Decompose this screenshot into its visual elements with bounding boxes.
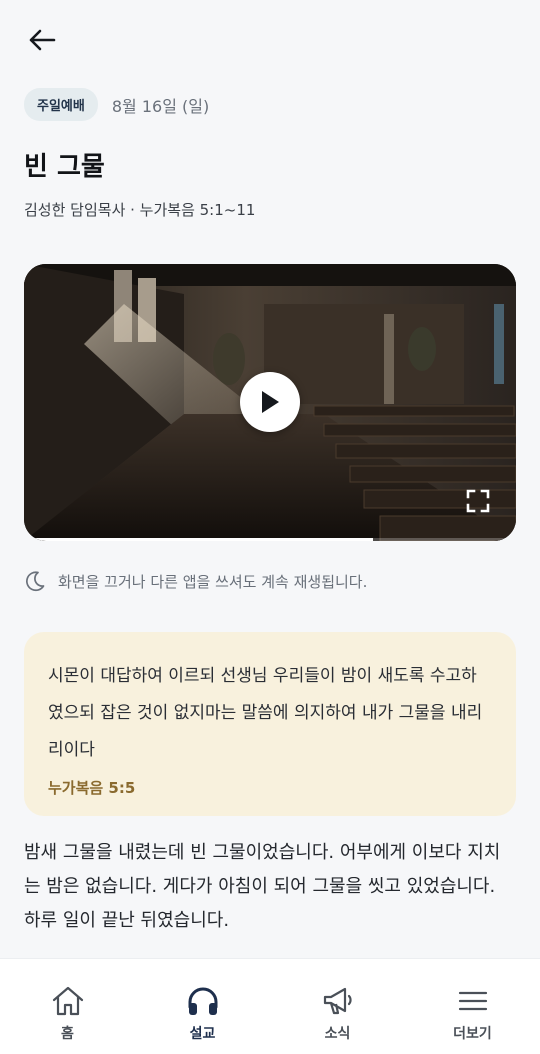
nav-label-home: 홈: [61, 1026, 74, 1042]
sermon-detail-page: 주일예배 8월 16일 (일) 빈 그물 김성한 담임목사 · 누가복음 5:1…: [0, 0, 540, 1054]
sermon-body-text: 밤새 그물을 내렸는데 빈 그물이었습니다. 어부에게 이보다 지치는 밤은 없…: [24, 842, 501, 931]
fullscreen-button[interactable]: [466, 489, 490, 513]
menu-icon: [458, 991, 487, 1011]
home-icon: [52, 986, 83, 1016]
video-player[interactable]: [24, 264, 516, 541]
nav-item-more[interactable]: 더보기: [405, 959, 540, 1054]
fullscreen-icon: [466, 489, 490, 513]
sermon-date: 8월 16일 (일): [111, 96, 210, 116]
category-badge: 주일예배: [24, 88, 98, 121]
verse-reference: 누가복음 5:5: [48, 779, 136, 797]
nav-label-more: 더보기: [453, 1026, 492, 1042]
arrow-left-icon: [29, 29, 56, 51]
nav-item-sermon[interactable]: 설교: [135, 959, 270, 1054]
play-icon: [262, 391, 279, 413]
sermon-meta: 주일예배 8월 16일 (일): [24, 88, 209, 121]
background-play-note: 화면을 끄거나 다른 앱을 쓰셔도 계속 재생됩니다.: [24, 570, 367, 592]
speaker-scripture-line: 김성한 담임목사 · 누가복음 5:1~11: [24, 201, 256, 219]
sermon-title: 빈 그물: [24, 152, 105, 182]
back-button[interactable]: [22, 22, 62, 58]
video-progress-bar[interactable]: [24, 538, 516, 541]
moon-icon: [26, 571, 45, 592]
nav-item-home[interactable]: 홈: [0, 959, 135, 1054]
verse-card: 시몬이 대답하여 이르되 선생님 우리들이 밤이 새도록 수고하였으되 잡은 것…: [24, 632, 516, 816]
verse-text: 시몬이 대답하여 이르되 선생님 우리들이 밤이 새도록 수고하였으되 잡은 것…: [48, 666, 483, 760]
bottom-navigation: 홈 설교 소식 더보기: [0, 958, 540, 1054]
video-progress-fill: [24, 538, 374, 541]
play-button[interactable]: [240, 372, 300, 432]
background-play-text: 화면을 끄거나 다른 앱을 쓰셔도 계속 재생됩니다.: [58, 572, 368, 591]
nav-label-news: 소식: [324, 1026, 351, 1042]
megaphone-icon: [323, 987, 352, 1015]
headphones-icon: [188, 987, 217, 1015]
nav-label-sermon: 설교: [189, 1026, 216, 1042]
nav-item-news[interactable]: 소식: [270, 959, 405, 1054]
